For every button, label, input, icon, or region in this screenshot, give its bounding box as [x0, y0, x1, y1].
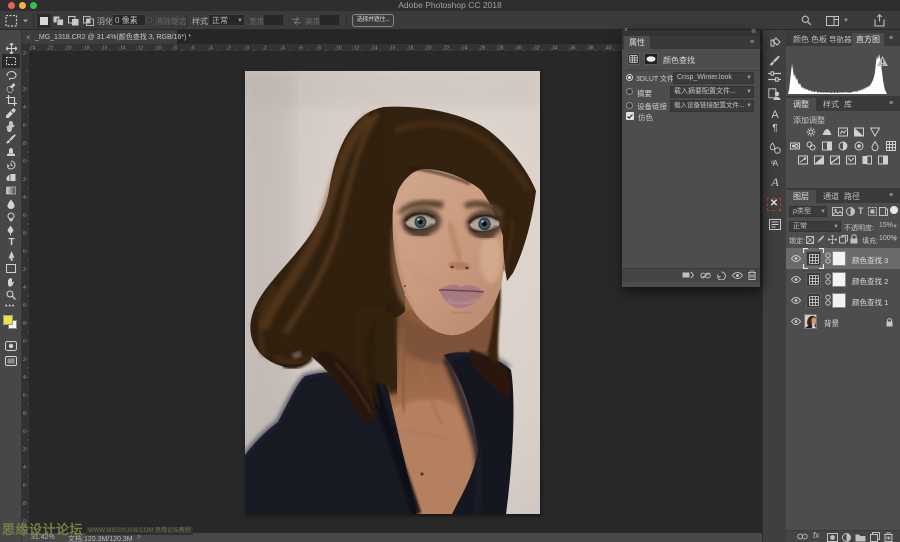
svg-text:6: 6 — [23, 393, 26, 399]
svg-text:16: 16 — [102, 46, 108, 52]
svg-text:10: 10 — [336, 46, 342, 52]
svg-text:8: 8 — [23, 501, 26, 507]
svg-text:6: 6 — [300, 46, 303, 52]
svg-text:14: 14 — [372, 46, 378, 52]
svg-text:8: 8 — [318, 46, 321, 52]
svg-text:18: 18 — [84, 46, 90, 52]
svg-text:8: 8 — [174, 46, 177, 52]
svg-text:2: 2 — [23, 447, 26, 453]
svg-text:40: 40 — [606, 46, 612, 52]
svg-text:0: 0 — [23, 339, 26, 345]
svg-text:8: 8 — [23, 231, 26, 237]
svg-text:10: 10 — [156, 46, 162, 52]
svg-text:16: 16 — [390, 46, 396, 52]
svg-text:4: 4 — [282, 46, 285, 52]
svg-text:12: 12 — [138, 46, 144, 52]
svg-text:22: 22 — [48, 46, 54, 52]
svg-text:4: 4 — [23, 285, 26, 291]
svg-text:24: 24 — [30, 46, 36, 52]
svg-text:14: 14 — [120, 46, 126, 52]
svg-text:0: 0 — [23, 249, 26, 255]
svg-text:6: 6 — [23, 303, 26, 309]
svg-text:22: 22 — [444, 46, 450, 52]
svg-text:0: 0 — [23, 159, 26, 165]
svg-text:20: 20 — [66, 46, 72, 52]
svg-text:24: 24 — [462, 46, 468, 52]
svg-text:34: 34 — [552, 46, 558, 52]
svg-text:38: 38 — [588, 46, 594, 52]
svg-text:2: 2 — [23, 51, 26, 57]
svg-text:4: 4 — [23, 105, 26, 111]
svg-text:6: 6 — [23, 483, 26, 489]
svg-text:18: 18 — [408, 46, 414, 52]
svg-text:2: 2 — [23, 267, 26, 273]
svg-text:8: 8 — [23, 141, 26, 147]
svg-text:4: 4 — [23, 195, 26, 201]
svg-text:6: 6 — [23, 123, 26, 129]
svg-text:2: 2 — [23, 87, 26, 93]
svg-text:26: 26 — [480, 46, 486, 52]
svg-text:8: 8 — [23, 411, 26, 417]
svg-text:4: 4 — [23, 375, 26, 381]
svg-text:2: 2 — [23, 357, 26, 363]
svg-text:6: 6 — [192, 46, 195, 52]
svg-text:6: 6 — [23, 213, 26, 219]
svg-text:28: 28 — [498, 46, 504, 52]
svg-text:0: 0 — [246, 46, 249, 52]
svg-text:8: 8 — [23, 321, 26, 327]
svg-text:4: 4 — [210, 46, 213, 52]
svg-text:30: 30 — [516, 46, 522, 52]
svg-text:12: 12 — [354, 46, 360, 52]
svg-text:4: 4 — [23, 465, 26, 471]
svg-text:36: 36 — [570, 46, 576, 52]
svg-text:2: 2 — [23, 177, 26, 183]
svg-text:2: 2 — [228, 46, 231, 52]
svg-text:2: 2 — [264, 46, 267, 52]
svg-text:20: 20 — [426, 46, 432, 52]
svg-text:32: 32 — [534, 46, 540, 52]
svg-text:0: 0 — [23, 429, 26, 435]
